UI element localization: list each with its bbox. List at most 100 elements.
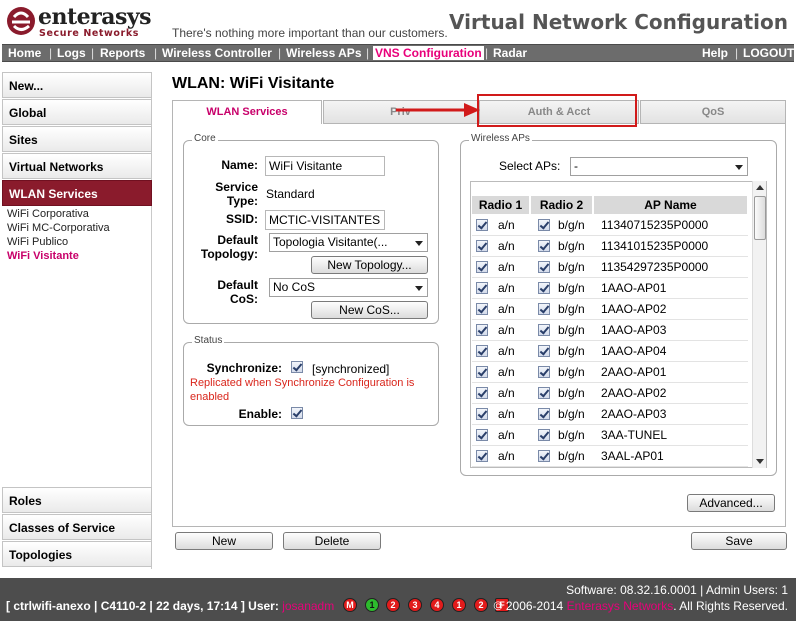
- alarm-badge-icon[interactable]: 2: [386, 598, 400, 612]
- ap-name: 2AAO-AP03: [601, 407, 667, 421]
- radio2-checkbox[interactable]: [538, 387, 550, 399]
- table-row-divider: [472, 235, 748, 236]
- radio2-label: b/g/n: [558, 239, 585, 253]
- radio2-checkbox[interactable]: [538, 345, 550, 357]
- sidebar-item-wlan-services[interactable]: WLAN Services: [2, 180, 152, 206]
- radio1-checkbox[interactable]: [476, 429, 488, 441]
- sidebar-item-virtual-networks[interactable]: Virtual Networks: [2, 153, 152, 179]
- name-input[interactable]: WiFi Visitante: [265, 156, 385, 176]
- scrollbar-thumb[interactable]: [754, 196, 766, 240]
- radio1-checkbox[interactable]: [476, 303, 488, 315]
- alarm-badge-icon[interactable]: 2: [474, 598, 488, 612]
- ap-name: 11340715235P0000: [601, 218, 709, 232]
- highlight-callout-box: [477, 94, 637, 127]
- new-topology-button[interactable]: New Topology...: [311, 256, 428, 274]
- radio1-label: a/n: [498, 260, 515, 274]
- replication-warning-line1: Replicated when Synchronize Configuratio…: [190, 377, 415, 389]
- ap-name: 2AAO-AP02: [601, 386, 667, 400]
- radio2-checkbox[interactable]: [538, 261, 550, 273]
- sidebar-subitem-wifi-corporativa[interactable]: WiFi Corporativa: [7, 208, 89, 220]
- sidebar-subitem-wifi-publico[interactable]: WiFi Publico: [7, 236, 68, 248]
- sidebar-item-new[interactable]: New...: [2, 72, 152, 98]
- radio1-checkbox[interactable]: [476, 450, 488, 462]
- radio1-label: a/n: [498, 428, 515, 442]
- radio1-checkbox[interactable]: [476, 408, 488, 420]
- nav-reports[interactable]: Reports: [100, 46, 145, 60]
- ap-name: 1AAO-AP02: [601, 302, 667, 316]
- radio2-checkbox[interactable]: [538, 408, 550, 420]
- sidebar-subitem-wifi-visitante[interactable]: WiFi Visitante: [7, 250, 79, 262]
- ap-table-scrollbar[interactable]: [752, 181, 766, 468]
- default-topology-value: Topologia Visitante(...: [273, 235, 388, 249]
- nav-vns-configuration[interactable]: VNS Configuration: [373, 46, 484, 60]
- nav-wireless-controller[interactable]: Wireless Controller: [162, 46, 272, 60]
- save-button[interactable]: Save: [691, 532, 787, 550]
- table-row-divider: [472, 382, 748, 383]
- nav-logs[interactable]: Logs: [57, 46, 86, 60]
- nav-logout[interactable]: LOGOUT: [743, 46, 794, 60]
- sidebar-item-global[interactable]: Global: [2, 99, 152, 125]
- radio2-checkbox[interactable]: [538, 219, 550, 231]
- sidebar-item-classes-of-service[interactable]: Classes of Service: [2, 514, 152, 540]
- sidebar-subitem-wifi-mc-corporativa[interactable]: WiFi MC-Corporativa: [7, 222, 110, 234]
- radio2-checkbox[interactable]: [538, 366, 550, 378]
- tagline: There's nothing more important than our …: [172, 26, 448, 40]
- radio2-checkbox[interactable]: [538, 450, 550, 462]
- radio1-checkbox[interactable]: [476, 240, 488, 252]
- ssid-input[interactable]: MCTIC-VISITANTES: [265, 210, 385, 230]
- nav-separator: |: [49, 46, 53, 60]
- radio1-checkbox[interactable]: [476, 345, 488, 357]
- select-aps-dropdown[interactable]: -: [570, 157, 748, 176]
- radio2-label: b/g/n: [558, 428, 585, 442]
- alarm-badge-icon[interactable]: 3: [408, 598, 422, 612]
- replication-warning-line2: enabled: [190, 391, 230, 403]
- nav-radar[interactable]: Radar: [493, 46, 527, 60]
- radio1-checkbox[interactable]: [476, 387, 488, 399]
- radio1-checkbox[interactable]: [476, 282, 488, 294]
- enable-checkbox[interactable]: [291, 407, 303, 419]
- radio1-label: a/n: [498, 302, 515, 316]
- column-header-ap-name[interactable]: AP Name: [594, 196, 748, 214]
- new-button[interactable]: New: [175, 532, 273, 550]
- default-topology-select[interactable]: Topologia Visitante(...: [269, 233, 428, 252]
- radio2-checkbox[interactable]: [538, 324, 550, 336]
- delete-button[interactable]: Delete: [283, 532, 381, 550]
- synchronize-checkbox[interactable]: [291, 361, 303, 373]
- app-title: Virtual Network Configuration: [449, 10, 788, 34]
- alarm-badge-icon[interactable]: M: [343, 598, 357, 612]
- advanced-button[interactable]: Advanced...: [687, 494, 775, 512]
- alarm-badge-icon[interactable]: 1: [365, 598, 379, 612]
- copyright-company[interactable]: Enterasys Networks: [567, 599, 674, 613]
- column-header-radio-2[interactable]: Radio 2: [531, 196, 593, 214]
- radio2-label: b/g/n: [558, 365, 585, 379]
- radio1-label: a/n: [498, 386, 515, 400]
- radio2-checkbox[interactable]: [538, 429, 550, 441]
- radio1-checkbox[interactable]: [476, 324, 488, 336]
- sidebar-item-topologies[interactable]: Topologies: [2, 541, 152, 567]
- nav-wireless-aps[interactable]: Wireless APs: [286, 46, 362, 60]
- radio2-checkbox[interactable]: [538, 282, 550, 294]
- sidebar-item-roles[interactable]: Roles: [2, 487, 152, 513]
- scroll-down-arrow-icon[interactable]: [756, 459, 764, 464]
- sidebar-item-sites[interactable]: Sites: [2, 126, 152, 152]
- tab-wlan-services[interactable]: WLAN Services: [172, 100, 322, 125]
- radio2-checkbox[interactable]: [538, 240, 550, 252]
- alarm-badge-icon[interactable]: 1: [452, 598, 466, 612]
- radio1-label: a/n: [498, 323, 515, 337]
- default-cos-select[interactable]: No CoS: [269, 278, 428, 297]
- radio2-checkbox[interactable]: [538, 303, 550, 315]
- radio1-checkbox[interactable]: [476, 261, 488, 273]
- ap-name: 1AAO-AP01: [601, 281, 667, 295]
- column-header-radio-1[interactable]: Radio 1: [472, 196, 530, 214]
- new-cos-button[interactable]: New CoS...: [311, 301, 428, 319]
- ap-name: 11341015235P0000: [601, 239, 709, 253]
- radio1-checkbox[interactable]: [476, 219, 488, 231]
- alarm-badge-icon[interactable]: 4: [430, 598, 444, 612]
- nav-help[interactable]: Help: [702, 46, 728, 60]
- tab-qos[interactable]: QoS: [640, 100, 786, 124]
- nav-home[interactable]: Home: [8, 46, 41, 60]
- nav-separator: |: [154, 46, 158, 60]
- scroll-up-arrow-icon[interactable]: [756, 185, 764, 190]
- chevron-down-icon: [415, 241, 423, 246]
- radio1-checkbox[interactable]: [476, 366, 488, 378]
